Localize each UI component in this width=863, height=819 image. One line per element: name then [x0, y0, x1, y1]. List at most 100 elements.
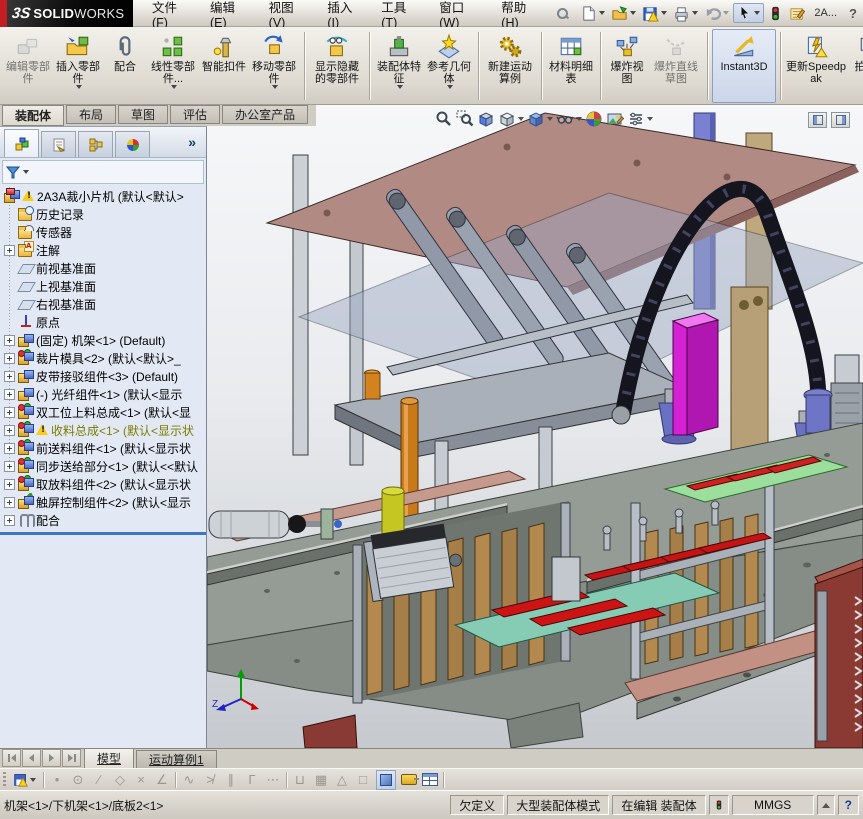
bill-of-materials-button[interactable]: 材料明细表: [546, 29, 596, 103]
tree-item-mates[interactable]: 配合: [0, 511, 206, 529]
tree-item-sensors[interactable]: 传感器: [0, 223, 206, 241]
file-properties-button[interactable]: [787, 4, 808, 23]
tree-item-belt-transfer[interactable]: 皮带接驳组件<3> (Default): [0, 367, 206, 385]
search-icon[interactable]: [556, 7, 569, 20]
featuremanager-tab[interactable]: [4, 129, 39, 157]
relations-tool-icon[interactable]: ≯: [202, 771, 218, 789]
tree-item-pick-place[interactable]: 取放料组件<2> (默认<显示状: [0, 475, 206, 493]
model-tab[interactable]: 模型: [84, 748, 134, 768]
displaymanager-tab[interactable]: [115, 131, 150, 157]
last-sheet-button[interactable]: [62, 749, 81, 767]
tree-item-assembly-root[interactable]: 2A3A裁小片机 (默认<默认>: [0, 187, 206, 205]
tree-item-sync-feed[interactable]: 同步送给部分<1> (默认<<默认: [0, 457, 206, 475]
tree-item-top-plane[interactable]: 上视基准面: [0, 277, 206, 295]
expand-icon[interactable]: [4, 245, 15, 256]
toolbar-grip[interactable]: [3, 772, 6, 788]
expand-icon[interactable]: [4, 497, 15, 508]
reference-geometry-button[interactable]: 参考几何体: [424, 29, 474, 103]
show-hidden-components-button[interactable]: 显示隐藏的零部件: [309, 29, 365, 103]
save-warning-button[interactable]: [11, 771, 38, 788]
update-speedpak-button[interactable]: 更新Speedpak: [785, 29, 847, 103]
tab-assembly[interactable]: 装配体: [2, 105, 64, 126]
first-sheet-button[interactable]: [2, 749, 21, 767]
zoom-area-icon[interactable]: [456, 110, 474, 128]
status-help-button[interactable]: ?: [838, 795, 859, 815]
collapse-left-button[interactable]: [808, 112, 827, 128]
appearances-icon[interactable]: [585, 110, 603, 128]
save-button[interactable]: [640, 4, 669, 23]
propertymanager-tab[interactable]: [41, 131, 76, 157]
expand-icon[interactable]: [4, 425, 15, 436]
expand-icon[interactable]: [4, 443, 15, 454]
section-view-icon[interactable]: [477, 110, 495, 128]
display-style-icon[interactable]: [527, 110, 553, 128]
previous-sheet-button[interactable]: [22, 749, 41, 767]
dimension-tool-icon[interactable]: ⊔: [292, 771, 308, 789]
zoom-fit-icon[interactable]: [435, 110, 453, 128]
tree-item-right-plane[interactable]: 右视基准面: [0, 295, 206, 313]
circle-tool-icon[interactable]: ⊙: [70, 771, 86, 789]
tree-item-origin[interactable]: 原点: [0, 313, 206, 331]
take-snapshot-button[interactable]: 拍快照: [847, 29, 863, 103]
parallel-tool-icon[interactable]: ∥: [223, 771, 239, 789]
wireframe-cube-icon[interactable]: □: [355, 771, 371, 789]
polygon-tool-icon[interactable]: ◇: [112, 771, 128, 789]
tree-item-fiber-optic[interactable]: (-) 光纤组件<1> (默认<显示: [0, 385, 206, 403]
tree-filter-bar[interactable]: [2, 160, 204, 184]
view-orientation-icon[interactable]: [498, 110, 524, 128]
cross-tool-icon[interactable]: ×: [133, 771, 149, 789]
construction-tool-icon[interactable]: ⋯: [265, 771, 281, 789]
motion-study-tab[interactable]: 运动算例1: [136, 750, 217, 768]
triangle-tool-icon[interactable]: △: [334, 771, 350, 789]
expand-icon[interactable]: [4, 407, 15, 418]
expand-icon[interactable]: [4, 515, 15, 526]
expand-icon[interactable]: [4, 479, 15, 490]
tab-office-products[interactable]: 办公室产品: [222, 105, 308, 124]
open-document-button[interactable]: [609, 4, 638, 23]
expand-icon[interactable]: [4, 389, 15, 400]
tab-sketch[interactable]: 草图: [118, 105, 168, 124]
new-motion-study-button[interactable]: 新建运动算例: [483, 29, 537, 103]
grid-tool-icon[interactable]: ▦: [313, 771, 329, 789]
instant3d-button[interactable]: Instant3D: [712, 29, 776, 103]
next-sheet-button[interactable]: [42, 749, 61, 767]
tab-evaluate[interactable]: 评估: [170, 105, 220, 124]
configurationmanager-tab[interactable]: [78, 131, 113, 157]
shaded-cube-button[interactable]: [376, 770, 396, 790]
units-dropdown-button[interactable]: [817, 795, 835, 815]
document-name-short[interactable]: 2A...: [814, 7, 837, 19]
expand-icon[interactable]: [4, 461, 15, 472]
graphics-viewport[interactable]: Z: [207, 105, 863, 748]
collapse-right-button[interactable]: [831, 112, 850, 128]
expand-icon[interactable]: [4, 335, 15, 346]
line-tool-icon[interactable]: ∕: [91, 771, 107, 789]
panel-splitter[interactable]: [0, 532, 206, 535]
view-settings-icon[interactable]: [627, 110, 653, 128]
tree-item-frame[interactable]: (固定) 机架<1> (Default): [0, 331, 206, 349]
assembly-features-button[interactable]: 装配体特征: [374, 29, 424, 103]
measure-tool-icon[interactable]: [401, 774, 417, 785]
exploded-view-button[interactable]: 爆炸视图: [605, 29, 649, 103]
panel-overflow-chevron[interactable]: »: [188, 134, 196, 150]
tree-item-dual-station-loader[interactable]: 双工位上料总成<1> (默认<显: [0, 403, 206, 421]
print-button[interactable]: [671, 4, 700, 23]
corner-tool-icon[interactable]: Γ: [244, 771, 260, 789]
angle-tool-icon[interactable]: ∠: [154, 771, 170, 789]
table-tool-icon[interactable]: [422, 773, 438, 786]
spline-tool-icon[interactable]: ∿: [181, 771, 197, 789]
smart-fasteners-button[interactable]: 智能扣件: [200, 29, 248, 103]
linear-component-pattern-button[interactable]: 线性零部件...: [146, 29, 200, 103]
tree-item-history[interactable]: 历史记录: [0, 205, 206, 223]
select-tool-button[interactable]: [733, 3, 764, 23]
tree-item-annotations[interactable]: 注解: [0, 241, 206, 259]
move-component-button[interactable]: 移动零部件: [248, 29, 300, 103]
expand-icon[interactable]: [4, 371, 15, 382]
expand-icon[interactable]: [4, 353, 15, 364]
new-document-button[interactable]: [578, 4, 607, 23]
hide-show-items-icon[interactable]: [556, 110, 582, 128]
point-tool-icon[interactable]: •: [49, 771, 65, 789]
help-icon[interactable]: ?: [849, 6, 857, 21]
apply-scene-icon[interactable]: [606, 110, 624, 128]
tree-item-front-plane[interactable]: 前视基准面: [0, 259, 206, 277]
rebuild-button[interactable]: [766, 4, 785, 23]
